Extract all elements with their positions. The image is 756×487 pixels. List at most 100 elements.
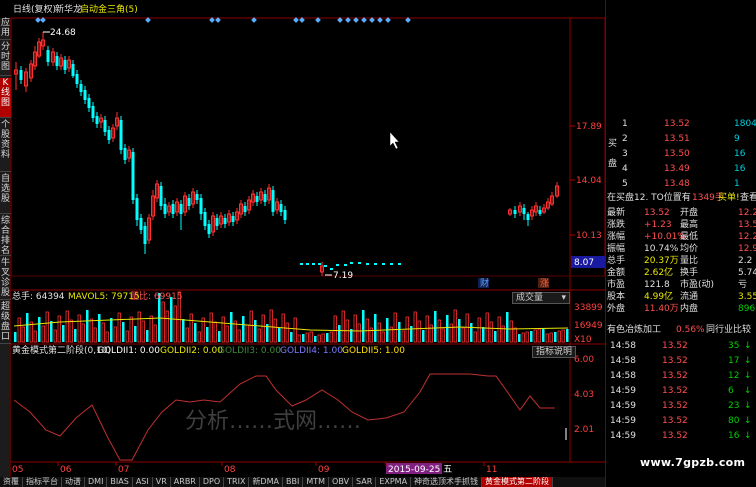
- candle-body: [55, 56, 59, 66]
- volume-bar: [297, 334, 301, 343]
- indicator-tab[interactable]: 神奇选顶术手抓钱: [411, 477, 483, 487]
- arrow-down-icon: ↓: [744, 371, 752, 381]
- tick-price: 13.52: [662, 431, 688, 441]
- volume-bar: [494, 331, 497, 342]
- volume-bar: [326, 333, 329, 342]
- stat-row: 振幅 10.74% 均价 12.9: [606, 243, 756, 255]
- buy-info-label: 买单!: [718, 193, 740, 203]
- sector-name: 有色冶炼加工: [607, 325, 662, 335]
- tick-volume: 17: [728, 356, 740, 366]
- stat-row: 外盘 11.40万 内盘 896: [606, 303, 756, 315]
- left-tab[interactable]: 应用: [0, 18, 11, 40]
- volume-bar: [321, 333, 325, 343]
- indicator-tab[interactable]: BIAS: [107, 477, 133, 487]
- chart-canvas[interactable]: 17.89 14.04 10.13 8.07 24.68 7.19 财 涨 33899 16949…: [0, 0, 605, 477]
- stat-row: 涨幅 +10.01% 最低 12.2: [606, 231, 756, 243]
- volume-bar: [449, 323, 453, 343]
- candle-body: [63, 60, 67, 70]
- candle-body: [350, 262, 353, 264]
- stat-row: 涨跌 +1.23 最高 13.5: [606, 219, 756, 231]
- indicator-axis-label: 4.03: [574, 390, 594, 400]
- left-tab[interactable]: 自选股: [0, 174, 11, 214]
- volume-bar: [101, 322, 105, 343]
- finance-marker: 财: [480, 277, 489, 289]
- indicator-tab[interactable]: 新DMA: [249, 477, 283, 487]
- left-tab[interactable]: 个股资料: [0, 120, 11, 172]
- indicator-tab[interactable]: OBV: [329, 477, 354, 487]
- volume-bar: [41, 325, 45, 343]
- volume-bar: [533, 329, 537, 343]
- volume-bar: [422, 330, 425, 342]
- volume-bar: [357, 323, 361, 343]
- indicator-tab[interactable]: 指标平台: [23, 477, 62, 487]
- volume-ratio-label: 量比: 69915: [130, 292, 183, 302]
- stat-value: 10.74%: [644, 244, 679, 254]
- indicator-tab[interactable]: DMI: [85, 477, 108, 487]
- stat-label: 涨跌: [607, 220, 626, 230]
- stat-label: 股本: [607, 292, 626, 302]
- volume-bar: [290, 332, 293, 342]
- stat-row: 总手 20.37万 量比 2.2: [606, 255, 756, 267]
- volume-axis-label: 16949: [574, 321, 603, 331]
- candle-body: [171, 204, 175, 214]
- volume-bar: [62, 325, 65, 342]
- indicator-tab[interactable]: 动谱: [62, 477, 85, 487]
- left-tab[interactable]: 综合排名: [0, 216, 11, 256]
- volume-bar: [194, 323, 197, 342]
- stat-value: 2.2: [738, 256, 753, 266]
- volume-bar: [77, 314, 81, 343]
- stat-label: 量比: [680, 256, 699, 266]
- tick-price: 13.52: [662, 356, 688, 366]
- left-tab[interactable]: K线图: [0, 78, 11, 118]
- event-marker: 涨: [540, 278, 549, 289]
- volume-bar: [477, 317, 481, 343]
- indicator-tab[interactable]: 黄金模式第二阶段: [482, 477, 554, 487]
- volume-bar: [218, 331, 221, 342]
- low-price-label: 7.19: [333, 271, 353, 281]
- indicator-line-label: GOLDII1: 0.00: [97, 346, 160, 356]
- indicator-tab[interactable]: MTM: [303, 477, 330, 487]
- volume-bar: [398, 322, 401, 342]
- indicator-tab[interactable]: DPO: [200, 477, 225, 487]
- indicator-tab[interactable]: SAR: [353, 477, 377, 487]
- volume-bar: [513, 327, 517, 343]
- indicator-axis-label: 6.00: [574, 355, 594, 365]
- indicator-tab[interactable]: ASI: [133, 477, 153, 487]
- buy-info-row: 在买盘12. TO位置有1349手买单!查看详: [606, 192, 756, 204]
- candle-body: [390, 263, 393, 265]
- tick-time: 14:59: [610, 386, 636, 396]
- volume-bar: [329, 331, 333, 343]
- price-axis-label: 17.89: [576, 122, 602, 132]
- indicator-tab[interactable]: TRIX: [224, 477, 250, 487]
- indicator-tab[interactable]: ARBR: [171, 477, 200, 487]
- volume-bar: [245, 324, 249, 343]
- indicator-tab[interactable]: VR: [153, 477, 171, 487]
- tick-time: 14:59: [610, 431, 636, 441]
- stat-value: 12.2: [738, 208, 756, 218]
- volume-bar: [293, 317, 297, 343]
- candle-body: [107, 130, 111, 140]
- indicator-tab[interactable]: EXPMA: [376, 477, 412, 487]
- formula-name[interactable]: 启动金三角(5): [80, 5, 138, 16]
- volume-bar: [273, 318, 277, 343]
- left-tab[interactable]: 牛叉诊股: [0, 258, 11, 300]
- volume-bar: [497, 316, 501, 343]
- stat-value: 12.9: [738, 244, 756, 254]
- volume-bar: [549, 332, 553, 343]
- volume-bar: [105, 331, 109, 343]
- volume-bar: [537, 328, 541, 343]
- indicator-help-button[interactable]: 指标说明: [532, 346, 577, 358]
- volume-bar: [206, 327, 209, 342]
- candle-body: [522, 208, 526, 214]
- indicator-tab[interactable]: BBI: [283, 477, 304, 487]
- indicator-tab[interactable]: 资覆: [0, 477, 23, 487]
- volume-bar: [545, 333, 549, 343]
- volume-bar: [417, 320, 421, 343]
- candle-body: [263, 194, 267, 202]
- left-tab[interactable]: 超级盘口: [0, 302, 11, 344]
- volume-select[interactable]: 成交量 ▾: [512, 292, 570, 304]
- order-price: 13.49: [664, 164, 690, 174]
- stat-label: 最新: [607, 208, 626, 218]
- left-tab[interactable]: 分时图: [0, 42, 11, 76]
- chart-period[interactable]: 日线(复权): [13, 5, 56, 16]
